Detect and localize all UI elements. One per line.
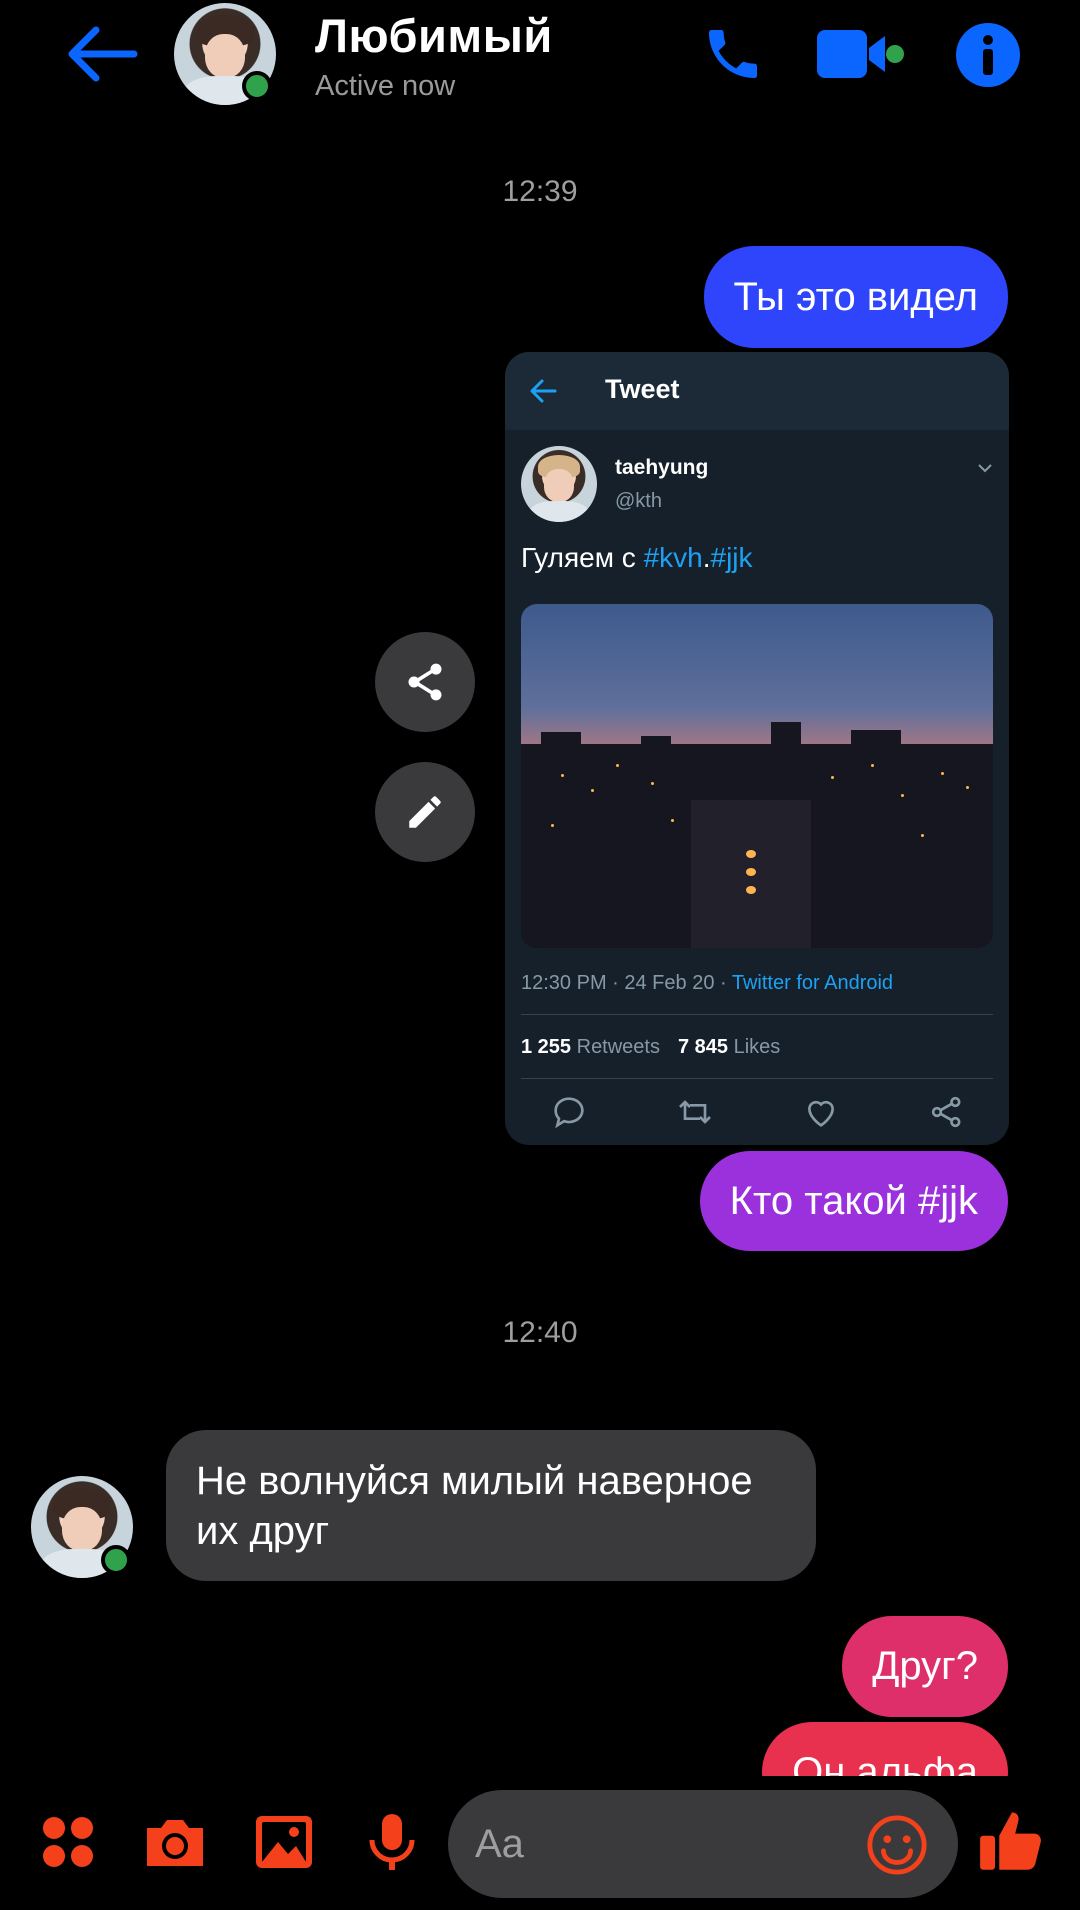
gallery-icon[interactable] — [252, 1810, 316, 1874]
tweet-title: Tweet — [605, 374, 680, 404]
share-button[interactable] — [375, 632, 475, 732]
divider — [521, 1014, 993, 1015]
likes-count: 7 845 — [678, 1036, 729, 1058]
back-arrow-icon[interactable] — [64, 24, 140, 84]
shared-tweet-image[interactable]: Tweet taehyung @kth Гуляем с #kvh.#jjk 1… — [505, 352, 1009, 1145]
tweet-text-plain: Гуляем с — [521, 542, 644, 573]
online-indicator — [101, 1545, 131, 1575]
tweet-text: Гуляем с #kvh.#jjk — [521, 542, 753, 574]
divider — [521, 1078, 993, 1079]
hashtag-kvh: #kvh — [643, 542, 703, 573]
timestamp: 12:40 — [502, 1316, 578, 1349]
tweet-back-icon — [530, 379, 557, 403]
tweet-photo-city-sunset — [521, 604, 993, 948]
camera-icon[interactable] — [143, 1810, 207, 1874]
tweet-client: Twitter for Android — [731, 972, 894, 994]
chevron-down-icon — [978, 464, 992, 473]
retweets-label: Retweets — [571, 1036, 660, 1058]
outgoing-message[interactable]: Друг? — [842, 1616, 1008, 1717]
outgoing-message[interactable]: Кто такой #jjk — [699, 1151, 1008, 1251]
share-icon — [408, 663, 442, 701]
retweet-icon — [679, 1100, 711, 1124]
microphone-icon[interactable] — [360, 1810, 424, 1874]
retweets-count: 1 255 — [521, 1036, 572, 1058]
contact-status: Active now — [315, 70, 456, 102]
tweet-author-handle: @kth — [615, 490, 662, 512]
tweet-author-avatar — [521, 446, 597, 522]
tweet-author-name: taehyung — [615, 456, 709, 479]
contact-name[interactable]: Любимый — [315, 8, 553, 63]
like-heart-icon — [807, 1100, 835, 1127]
incoming-message[interactable]: Не волнуйся милый наверное их друг — [166, 1430, 816, 1581]
message-input-placeholder: Aa — [475, 1822, 524, 1866]
timestamp: 12:39 — [502, 175, 578, 208]
tweet-text-dot: . — [702, 542, 711, 573]
phone-icon[interactable] — [698, 22, 768, 86]
outgoing-message[interactable]: Ты это видел — [703, 246, 1008, 348]
online-indicator — [242, 71, 272, 101]
hashtag-jjk: #jjk — [710, 542, 753, 573]
emoji-icon[interactable] — [866, 1814, 928, 1876]
tweet-datetime: 12:30 PM · 24 Feb 20 · — [521, 972, 732, 994]
tweet-stats: 1 255 Retweets 7 845 Likes — [521, 1036, 780, 1059]
edit-pencil-icon — [409, 796, 441, 828]
tweet-header-bar — [505, 352, 1009, 430]
tweet-share-icon — [931, 1096, 961, 1128]
reply-icon — [554, 1097, 584, 1129]
tweet-meta: 12:30 PM · 24 Feb 20 · Twitter for Andro… — [521, 972, 893, 995]
info-icon[interactable] — [956, 23, 1020, 87]
edit-button[interactable] — [375, 762, 475, 862]
apps-grid-icon[interactable] — [36, 1810, 100, 1874]
likes-label: Likes — [728, 1036, 781, 1058]
video-camera-icon[interactable] — [815, 26, 905, 82]
thumbs-up-icon[interactable] — [978, 1806, 1046, 1874]
